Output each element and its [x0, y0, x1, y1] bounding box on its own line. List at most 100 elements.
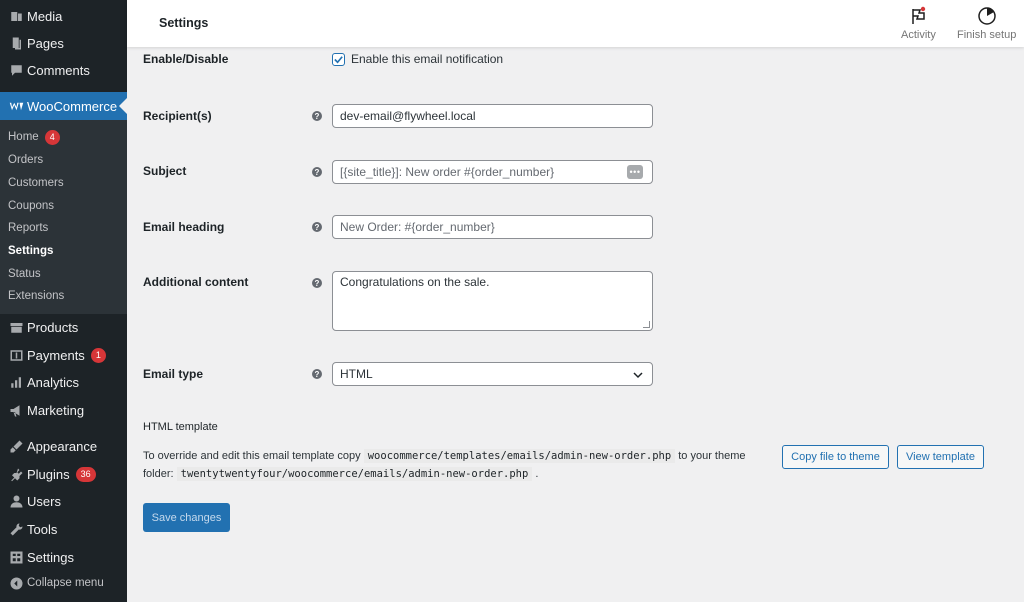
submenu-item-extensions[interactable]: Extensions [8, 287, 64, 305]
enable-notification-checkbox-row[interactable]: Enable this email notification [332, 52, 503, 66]
current-menu-arrow [119, 98, 127, 114]
email-type-label: Email type [143, 367, 204, 381]
chevron-down-icon [633, 372, 643, 379]
sidebar-item-pages[interactable]: Pages [0, 29, 127, 57]
email-heading-placeholder: New Order: #{order_number} [340, 220, 495, 234]
save-changes-button[interactable]: Save changes [143, 503, 230, 532]
users-icon [6, 494, 26, 509]
recipient-value: dev-email@flywheel.local [340, 109, 476, 123]
progress-circle-icon [977, 7, 996, 25]
sidebar-item-tools[interactable]: Tools [0, 515, 127, 543]
sidebar-item-label: WooCommerce [27, 98, 118, 114]
template-instructions: To override and edit this email template… [143, 447, 763, 483]
email-type-value: HTML [340, 367, 373, 381]
sidebar-item-settings[interactable]: Settings [0, 543, 127, 571]
sidebar-item-analytics[interactable]: Analytics [0, 368, 127, 396]
analytics-icon [6, 375, 26, 390]
subject-label: Subject [143, 164, 187, 178]
sidebar-item-label: Appearance [27, 438, 98, 454]
home-badge: 4 [44, 129, 60, 145]
subject-placeholder: [{site_title}]: New order #{order_number… [340, 165, 555, 179]
email-heading-input[interactable]: New Order: #{order_number} [332, 215, 653, 239]
collapse-icon [6, 576, 26, 591]
media-icon [6, 9, 26, 24]
subject-input[interactable]: [{site_title}]: New order #{order_number… [332, 160, 653, 184]
sidebar-item-payments[interactable]: Payments 1 [0, 341, 127, 369]
comments-icon [6, 63, 26, 78]
more-options-icon[interactable]: ••• [627, 165, 643, 179]
sidebar-item-appearance[interactable]: Appearance [0, 432, 127, 460]
enable-notification-label: Enable this email notification [351, 52, 504, 66]
submenu-item-customers[interactable]: Customers [8, 174, 64, 192]
submenu-item-label: Home [8, 131, 39, 143]
view-template-button[interactable]: View template [897, 445, 984, 469]
pages-icon [6, 36, 26, 51]
activity-label: Activity [901, 29, 936, 41]
template-text-part: folder: [143, 468, 174, 480]
help-icon[interactable]: ? [312, 167, 322, 177]
finish-setup-label: Finish setup [957, 29, 1017, 41]
activity-button[interactable]: Activity [901, 6, 936, 41]
template-text-part: to your theme [678, 450, 746, 462]
submenu-item-label: Orders [8, 154, 44, 166]
payments-badge: 1 [90, 347, 106, 363]
email-heading-label: Email heading [143, 220, 225, 234]
woocommerce-icon [6, 99, 26, 114]
submenu-item-home[interactable]: Home 4 [8, 128, 60, 146]
sidebar-item-label: Collapse menu [27, 577, 104, 589]
submenu-item-settings[interactable]: Settings [8, 242, 53, 260]
help-icon[interactable]: ? [312, 111, 322, 121]
template-theme-path: twentytwentyfour/woocommerce/emails/admi… [176, 467, 533, 481]
submenu-item-label: Settings [8, 245, 54, 257]
submenu-item-status[interactable]: Status [8, 265, 41, 283]
marketing-icon [6, 403, 26, 418]
sidebar-item-label: Users [27, 493, 61, 509]
email-type-select[interactable]: HTML [332, 362, 653, 386]
template-text-part: . [535, 468, 539, 480]
additional-content-value: Congratulations on the sale. [340, 275, 490, 289]
finish-setup-button[interactable]: Finish setup [957, 6, 1016, 41]
collapse-menu-button[interactable]: Collapse menu [0, 569, 127, 597]
enable-notification-checkbox[interactable] [332, 52, 345, 66]
sidebar-item-plugins[interactable]: Plugins 36 [0, 460, 127, 488]
sidebar-item-label: Marketing [27, 402, 85, 418]
sidebar-item-marketing[interactable]: Marketing [0, 396, 127, 424]
plugins-icon [6, 467, 26, 482]
copy-file-to-theme-button[interactable]: Copy file to theme [782, 445, 889, 469]
help-icon[interactable]: ? [312, 369, 322, 379]
template-text-part: To override and edit this email template… [143, 450, 361, 462]
submenu-item-label: Status [8, 268, 41, 280]
checkmark-icon [334, 55, 343, 63]
woocommerce-header: Settings Activity Finish setup [127, 0, 1024, 47]
submenu-item-coupons[interactable]: Coupons [8, 197, 54, 215]
recipient-label: Recipient(s) [143, 109, 212, 123]
additional-content-textarea[interactable]: Congratulations on the sale. [332, 271, 653, 331]
sidebar-item-comments[interactable]: Comments [0, 56, 127, 84]
plugins-badge: 36 [75, 466, 96, 482]
submenu-item-label: Customers [8, 177, 64, 189]
enable-disable-label: Enable/Disable [143, 52, 229, 66]
sidebar-item-products[interactable]: Products [0, 313, 127, 341]
recipient-input[interactable]: dev-email@flywheel.local [332, 104, 653, 128]
help-icon[interactable]: ? [312, 278, 322, 288]
sidebar-item-label: Payments [27, 347, 85, 363]
settings-icon [6, 550, 26, 565]
sidebar-item-label: Tools [27, 521, 58, 537]
resize-handle-icon[interactable] [643, 321, 650, 328]
sidebar-item-users[interactable]: Users [0, 487, 127, 515]
admin-sidebar: Media Pages Comments WooCommerce Home 4 … [0, 0, 127, 602]
help-icon[interactable]: ? [312, 222, 322, 232]
sidebar-item-media[interactable]: Media [0, 2, 127, 30]
additional-content-label: Additional content [143, 275, 249, 289]
submenu-item-label: Reports [8, 222, 49, 234]
submenu-item-label: Extensions [8, 290, 65, 302]
products-icon [6, 320, 26, 335]
submenu-item-orders[interactable]: Orders [8, 151, 43, 169]
sidebar-item-woocommerce[interactable]: WooCommerce [0, 92, 127, 120]
tools-icon [6, 522, 26, 537]
woocommerce-submenu: Home 4 Orders Customers Coupons Reports … [0, 120, 127, 314]
html-template-title: HTML template [143, 421, 218, 433]
email-settings-form: Enable/Disable Enable this email notific… [127, 47, 1024, 602]
sidebar-item-label: Products [27, 319, 79, 335]
submenu-item-reports[interactable]: Reports [8, 219, 48, 237]
